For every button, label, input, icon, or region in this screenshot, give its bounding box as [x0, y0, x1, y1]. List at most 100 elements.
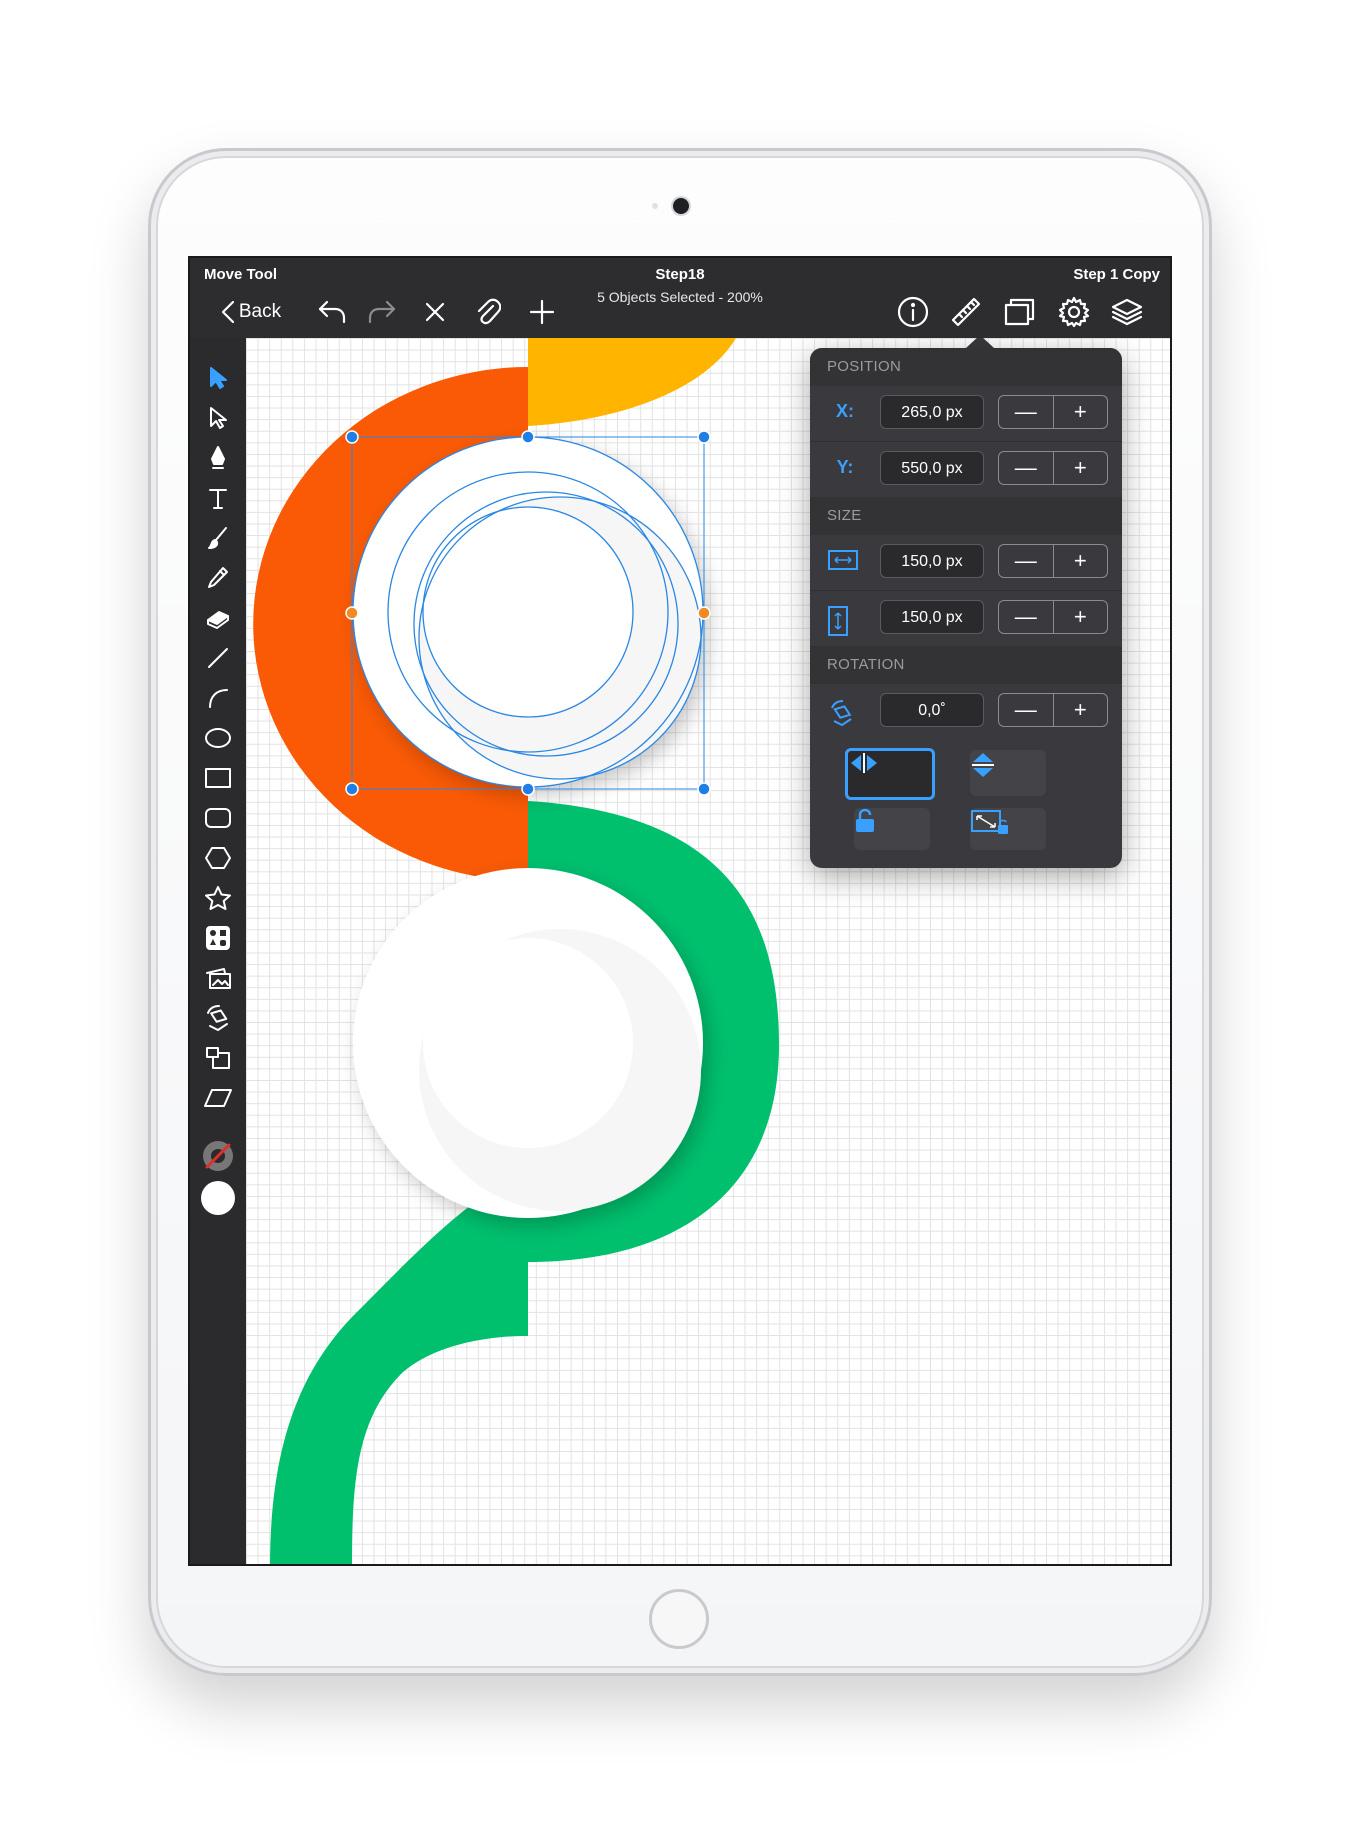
image-stack-icon: [206, 968, 231, 989]
paperclip-icon: [477, 298, 501, 325]
rotation-row: 0,0˚ — +: [810, 684, 1122, 739]
skew-tool[interactable]: [200, 1080, 236, 1116]
eraser-tool[interactable]: [200, 600, 236, 636]
rotation-header: ROTATION: [810, 646, 1122, 684]
y-stepper: — +: [998, 451, 1108, 485]
pencil-tool[interactable]: [200, 560, 236, 596]
undo-icon: [318, 300, 346, 324]
x-increment-button[interactable]: +: [1054, 396, 1108, 428]
x-label: X:: [836, 401, 854, 421]
fill-color-icon: [201, 1181, 235, 1215]
flip-horizontal-button[interactable]: [845, 748, 935, 800]
info-icon: [897, 296, 929, 328]
rotate-transform-icon: [207, 1005, 228, 1031]
hexagon-icon: [205, 847, 231, 869]
position-header: POSITION: [810, 348, 1122, 386]
direct-select-icon: [210, 407, 227, 429]
move-arrow-icon: [210, 367, 227, 389]
skew-transform-icon: [204, 1089, 232, 1107]
rotate-tool[interactable]: [200, 1000, 236, 1036]
line-tool[interactable]: [200, 640, 236, 676]
artboard-name[interactable]: Step 1 Copy: [1073, 266, 1160, 283]
layers-button[interactable]: [1107, 292, 1147, 332]
redo-button[interactable]: [362, 292, 402, 332]
polygon-tool[interactable]: [200, 840, 236, 876]
y-row: Y: 550,0 px — +: [810, 442, 1122, 497]
move-tool[interactable]: [200, 360, 236, 396]
undo-button[interactable]: [312, 292, 352, 332]
rectangle-icon: [205, 768, 231, 788]
rotation-decrement-button[interactable]: —: [999, 694, 1054, 726]
home-button[interactable]: [649, 1589, 709, 1649]
star-tool[interactable]: [200, 880, 236, 916]
rounded-rectangle-tool[interactable]: [200, 800, 236, 836]
y-position-field[interactable]: 550,0 px: [880, 451, 984, 485]
image-tool[interactable]: [200, 960, 236, 996]
width-icon: [828, 550, 858, 570]
add-icon: [529, 299, 555, 325]
lock-button[interactable]: [854, 808, 930, 850]
ruler-button[interactable]: [946, 292, 986, 332]
y-decrement-button[interactable]: —: [999, 452, 1054, 484]
pen-tool[interactable]: [200, 440, 236, 476]
rotation-field[interactable]: 0,0˚: [880, 693, 984, 727]
stroke-color-well[interactable]: [200, 1138, 236, 1174]
arc-tool[interactable]: [200, 680, 236, 716]
fill-color-well[interactable]: [200, 1180, 236, 1216]
scale-tool[interactable]: [200, 1040, 236, 1076]
layers-icon: [1111, 298, 1143, 326]
width-stepper: — +: [998, 544, 1108, 578]
text-tool[interactable]: [200, 480, 236, 516]
info-button[interactable]: [893, 292, 933, 332]
y-increment-button[interactable]: +: [1054, 452, 1108, 484]
artboards-button[interactable]: [1000, 292, 1040, 332]
scale-transform-icon: [206, 1047, 230, 1069]
constrain-proportions-button[interactable]: [970, 808, 1046, 850]
x-stepper: — +: [998, 395, 1108, 429]
attach-button[interactable]: [468, 292, 508, 332]
height-decrement-button[interactable]: —: [999, 601, 1054, 633]
chevron-left-icon: [221, 300, 234, 324]
ellipse-icon: [205, 728, 231, 748]
star-icon: [205, 886, 231, 910]
back-button[interactable]: Back: [216, 292, 286, 332]
width-field[interactable]: 150,0 px: [880, 544, 984, 578]
text-icon: [209, 489, 227, 509]
eraser-icon: [207, 611, 229, 629]
width-increment-button[interactable]: +: [1054, 545, 1108, 577]
back-label: Back: [238, 301, 282, 322]
width-decrement-button[interactable]: —: [999, 545, 1054, 577]
shapes-library-tool[interactable]: [200, 920, 236, 956]
ruler-icon: [951, 297, 981, 327]
height-increment-button[interactable]: +: [1054, 601, 1108, 633]
height-stepper: — +: [998, 600, 1108, 634]
x-row: X: 265,0 px — +: [810, 386, 1122, 441]
unlock-icon: [856, 808, 874, 832]
delete-button[interactable]: [415, 292, 455, 332]
yellow-arc-shape: [528, 338, 736, 426]
flip-vertical-button[interactable]: [970, 750, 1046, 796]
shapes-library-icon: [206, 926, 230, 950]
rectangle-tool[interactable]: [200, 760, 236, 796]
app-screen: Move Tool Step18 5 Objects Selected - 20…: [188, 256, 1172, 1566]
pencil-icon: [208, 567, 228, 588]
top-toolbar: Move Tool Step18 5 Objects Selected - 20…: [190, 258, 1170, 338]
selected-circle-stack: [353, 437, 703, 787]
brush-icon: [208, 527, 227, 549]
width-row: 150,0 px — +: [810, 535, 1122, 590]
direct-select-tool[interactable]: [200, 400, 236, 436]
y-label: Y:: [836, 457, 854, 477]
x-decrement-button[interactable]: —: [999, 396, 1054, 428]
add-button[interactable]: [522, 292, 562, 332]
ellipse-tool[interactable]: [200, 720, 236, 756]
rotation-increment-button[interactable]: +: [1054, 694, 1108, 726]
artboard-icon: [1004, 298, 1035, 326]
gear-icon: [1058, 296, 1090, 328]
brush-tool[interactable]: [200, 520, 236, 556]
device-camera: [673, 198, 689, 214]
drawing-canvas[interactable]: POSITION X: 265,0 px — + Y: 550,0 px — +…: [246, 338, 1170, 1564]
rounded-rectangle-icon: [205, 808, 231, 828]
height-field[interactable]: 150,0 px: [880, 600, 984, 634]
settings-button[interactable]: [1054, 292, 1094, 332]
x-position-field[interactable]: 265,0 px: [880, 395, 984, 429]
